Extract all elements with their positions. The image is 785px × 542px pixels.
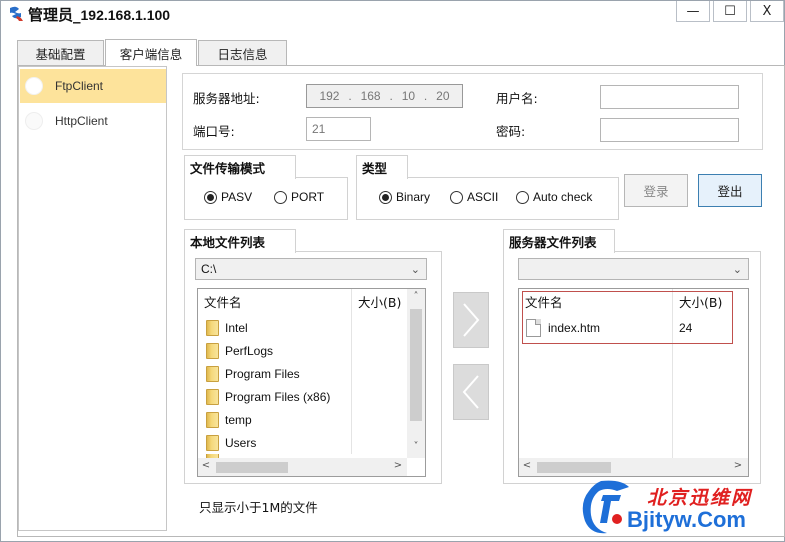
radio-auto-check[interactable]: Auto check	[516, 190, 592, 204]
sidebar-item-label: FtpClient	[55, 79, 104, 93]
local-vertical-scrollbar[interactable]: ˄ ˅	[407, 289, 425, 458]
folder-icon	[206, 319, 219, 336]
chevron-down-icon: ⌄	[410, 264, 420, 276]
scroll-left-icon[interactable]: <	[519, 460, 535, 471]
password-label: 密码:	[496, 124, 526, 139]
watermark-emblem-icon	[582, 480, 629, 534]
tab-basic-config[interactable]: 基础配置	[17, 40, 104, 66]
radio-unchecked-icon	[516, 190, 529, 204]
minimize-button[interactable]: —	[676, 1, 710, 22]
scroll-up-icon[interactable]: ˄	[408, 291, 424, 302]
list-item[interactable]: PerfLogs	[198, 339, 351, 362]
port-label: 端口号:	[193, 124, 235, 139]
tab-log-info[interactable]: 日志信息	[198, 40, 287, 66]
list-item[interactable]: Intel	[198, 316, 351, 339]
username-input[interactable]	[600, 85, 739, 109]
ip-octet: 20	[436, 89, 450, 103]
password-input[interactable]	[600, 118, 739, 142]
radio-unchecked-icon	[450, 190, 463, 204]
folder-icon	[206, 388, 219, 405]
transfer-mode-title: 文件传输模式	[184, 155, 296, 179]
server-file-list[interactable]: 文件名 大小(B) index.htm 24 < >	[518, 288, 749, 477]
chevron-left-icon	[462, 375, 479, 409]
server-address-label: 服务器地址:	[193, 91, 260, 106]
local-file-list[interactable]: 文件名 大小(B) Intel PerfLogs Program Files P…	[197, 288, 426, 477]
sidebar-item-label: HttpClient	[55, 114, 108, 128]
radio-unchecked-icon	[274, 190, 287, 204]
local-drive-select[interactable]: C:\ ⌄	[195, 258, 427, 280]
local-col-name[interactable]: 文件名	[198, 289, 351, 313]
scroll-thumb[interactable]	[410, 309, 422, 421]
folder-icon	[206, 365, 219, 382]
watermark-cn: 北京迅维网	[647, 487, 753, 509]
list-item[interactable]: Users	[198, 431, 351, 454]
scroll-thumb[interactable]	[537, 462, 611, 473]
window-title: 管理员_192.168.1.100	[28, 6, 171, 24]
ip-octet: 192	[319, 89, 340, 103]
scroll-left-icon[interactable]: <	[198, 460, 214, 471]
sidebar-item-httpclient[interactable]: HttpClient	[20, 104, 166, 138]
radio-binary[interactable]: Binary	[379, 190, 430, 204]
radio-checked-icon	[204, 190, 217, 204]
radio-pasv[interactable]: PASV	[204, 190, 252, 204]
scroll-down-icon[interactable]: ˅	[408, 441, 424, 452]
watermark-en: Bjityw.Com	[627, 507, 746, 532]
local-drive-value: C:\	[201, 262, 217, 276]
watermark-logo: 北京迅维网 Bjityw.Com	[579, 477, 783, 539]
upload-arrow-button[interactable]	[453, 292, 489, 348]
server-horizontal-scrollbar[interactable]: < >	[519, 458, 748, 476]
scroll-thumb[interactable]	[216, 462, 288, 473]
app-logo-icon	[7, 5, 25, 23]
app-window: 管理员_192.168.1.100 — ☐ X 基础配置 客户端信息 日志信息 …	[0, 0, 785, 542]
list-item[interactable]: Program Files (x86)	[198, 385, 351, 408]
client-sidebar: FtpClient HttpClient	[18, 66, 167, 531]
server-path-select[interactable]: ⌄	[518, 258, 749, 280]
login-button[interactable]: 登录	[624, 174, 688, 207]
ip-octet: 168	[360, 89, 381, 103]
list-item[interactable]: temp	[198, 408, 351, 431]
radio-ascii[interactable]: ASCII	[450, 190, 498, 204]
chevron-down-icon: ⌄	[732, 264, 742, 276]
local-col-size[interactable]: 大小(B)	[351, 289, 407, 313]
highlight-box	[522, 291, 733, 344]
folder-icon	[206, 411, 219, 428]
port-input[interactable]: 21	[306, 117, 371, 141]
maximize-button[interactable]: ☐	[713, 1, 747, 22]
download-arrow-button[interactable]	[453, 364, 489, 420]
username-label: 用户名:	[496, 91, 538, 106]
scroll-right-icon[interactable]: >	[730, 460, 746, 471]
column-divider	[351, 289, 352, 454]
radio-checked-icon	[379, 190, 392, 204]
server-files-title: 服务器文件列表	[503, 229, 615, 253]
folder-icon	[206, 342, 219, 359]
tab-client-info[interactable]: 客户端信息	[105, 39, 197, 66]
local-horizontal-scrollbar[interactable]: < >	[198, 458, 407, 476]
radio-port[interactable]: PORT	[274, 190, 324, 204]
title-bar: 管理员_192.168.1.100 — ☐ X	[1, 1, 784, 27]
item-indicator-icon	[25, 77, 43, 95]
ip-octet: 10	[401, 89, 416, 103]
folder-icon	[206, 434, 219, 451]
item-indicator-icon	[25, 112, 43, 130]
local-files-title: 本地文件列表	[184, 229, 296, 253]
chevron-right-icon	[463, 303, 480, 337]
type-title: 类型	[356, 155, 408, 179]
scroll-right-icon[interactable]: >	[390, 460, 406, 471]
size-limit-note: 只显示小于1M的文件	[199, 500, 318, 515]
sidebar-item-ftpclient[interactable]: FtpClient	[20, 69, 166, 103]
list-item[interactable]: Program Files	[198, 362, 351, 385]
logout-button[interactable]: 登出	[698, 174, 762, 207]
server-address-input[interactable]: 192. 168. 10. 20	[306, 84, 463, 108]
close-button[interactable]: X	[750, 1, 784, 22]
